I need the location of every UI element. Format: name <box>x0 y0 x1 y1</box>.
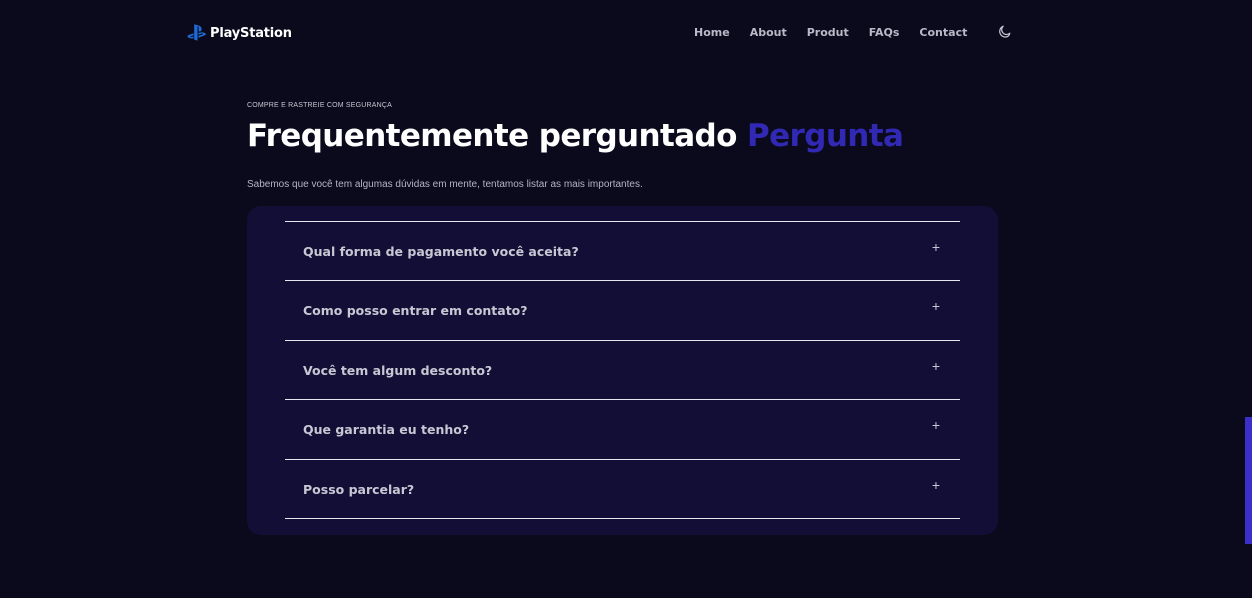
nav-produt-link[interactable]: Produt <box>807 26 849 39</box>
faq-list: Qual forma de pagamento você aceita? + C… <box>285 221 960 519</box>
faq-item-installments[interactable]: Posso parcelar? + <box>285 460 960 519</box>
page-title-main: Frequentemente perguntado <box>247 118 747 154</box>
playstation-logo-icon <box>187 24 206 41</box>
faq-question: Como posso entrar em contato? <box>303 303 528 319</box>
plus-icon[interactable]: + <box>932 239 940 255</box>
faq-card: Qual forma de pagamento você aceita? + C… <box>247 206 998 535</box>
faq-item-payment[interactable]: Qual forma de pagamento você aceita? + <box>285 222 960 282</box>
nav-about-link[interactable]: About <box>750 26 787 39</box>
faq-item-contact[interactable]: Como posso entrar em contato? + <box>285 281 960 341</box>
section-eyebrow: COMPRE E RASTREIE COM SEGURANÇA <box>247 102 393 109</box>
nav-faqs-link[interactable]: FAQs <box>869 26 900 39</box>
moon-icon[interactable] <box>997 24 1013 40</box>
main-nav: Home About Produt FAQs Contact <box>694 26 987 39</box>
faq-question: Que garantia eu tenho? <box>303 422 470 438</box>
scrollbar-thumb[interactable] <box>1245 417 1252 544</box>
faq-question: Você tem algum desconto? <box>303 362 493 378</box>
page-title: Frequentemente perguntado Pergunta <box>247 118 904 154</box>
page-subtitle: Sabemos que você tem algumas dúvidas em … <box>247 179 643 190</box>
plus-icon[interactable]: + <box>932 298 940 314</box>
faq-item-warranty[interactable]: Que garantia eu tenho? + <box>285 400 960 460</box>
nav-contact-link[interactable]: Contact <box>919 26 967 39</box>
faq-question: Posso parcelar? <box>303 481 415 497</box>
playstation-logo[interactable]: PlayStation <box>187 21 292 45</box>
site-header: PlayStation Home About Produt FAQs Conta… <box>0 0 1252 66</box>
faq-item-discount[interactable]: Você tem algum desconto? + <box>285 341 960 401</box>
plus-icon[interactable]: + <box>932 417 940 433</box>
nav-home-link[interactable]: Home <box>694 26 730 39</box>
logo-text: PlayStation <box>210 25 292 41</box>
page-title-accent: Pergunta <box>747 118 904 154</box>
faq-question: Qual forma de pagamento você aceita? <box>303 244 579 259</box>
plus-icon[interactable]: + <box>932 477 940 493</box>
plus-icon[interactable]: + <box>932 358 940 374</box>
